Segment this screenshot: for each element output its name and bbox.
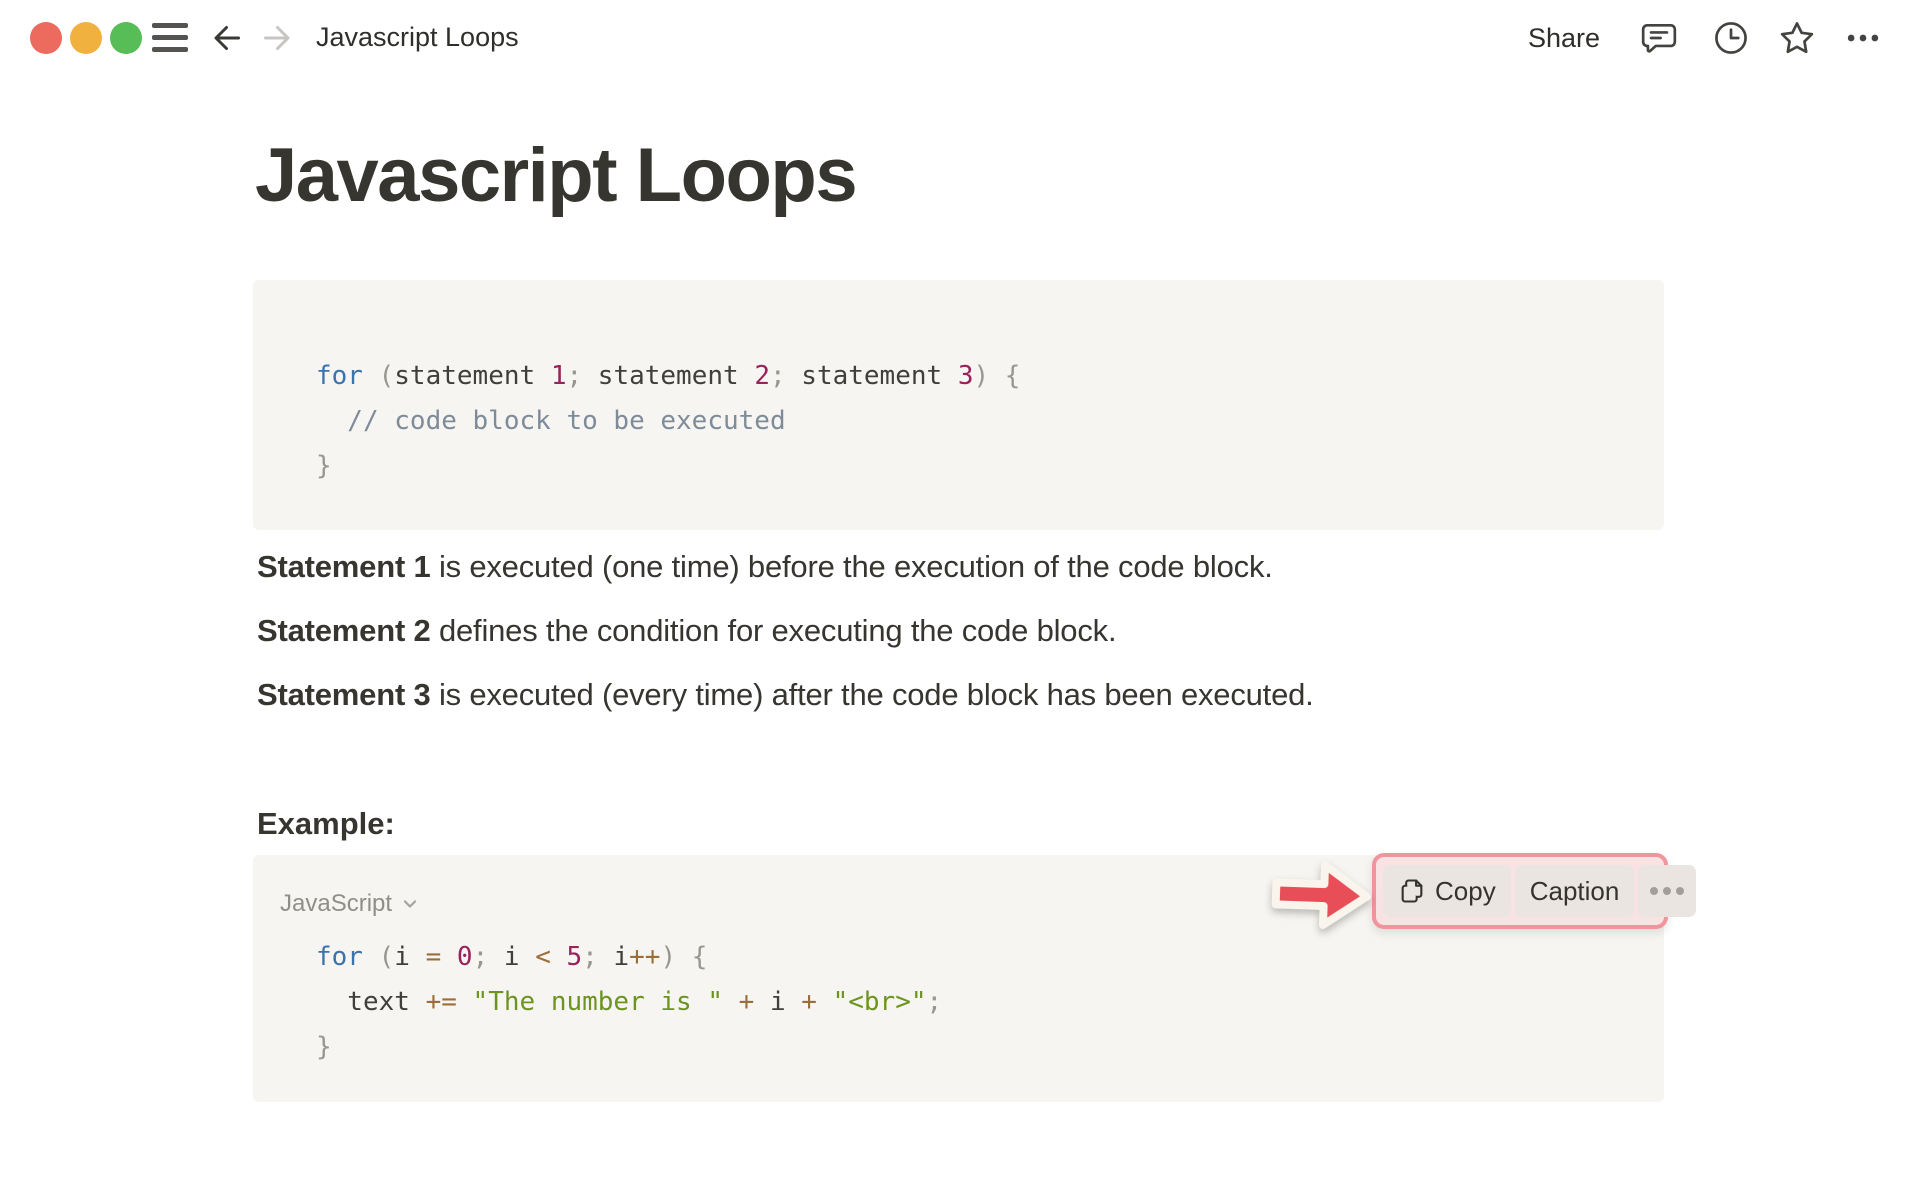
paragraph-statement-2: Statement 2 defines the condition for ex…	[257, 610, 1116, 652]
code-content: for (statement 1; statement 2; statement…	[316, 354, 1020, 489]
language-label: JavaScript	[280, 890, 392, 918]
traffic-light-close-button[interactable]	[30, 22, 62, 54]
language-selector[interactable]: JavaScript	[280, 890, 420, 918]
share-button[interactable]: Share	[1528, 23, 1600, 54]
breadcrumb-page-title[interactable]: Javascript Loops	[316, 22, 519, 53]
statement-3-text: is executed (every time) after the code …	[431, 677, 1314, 712]
sidebar-menu-icon[interactable]	[152, 22, 188, 54]
paragraph-statement-1: Statement 1 is executed (one time) befor…	[257, 546, 1273, 588]
statement-3-bold: Statement 3	[257, 677, 431, 712]
red-annotation-arrow-icon	[1267, 850, 1378, 940]
forward-arrow-icon[interactable]	[258, 20, 294, 56]
code-block-for-syntax[interactable]: for (statement 1; statement 2; statement…	[253, 280, 1664, 530]
copy-button[interactable]: Copy	[1383, 865, 1511, 917]
statement-1-text: is executed (one time) before the execut…	[431, 549, 1273, 584]
traffic-light-zoom-button[interactable]	[110, 22, 142, 54]
history-clock-icon[interactable]	[1712, 19, 1750, 57]
caption-button-label: Caption	[1530, 876, 1620, 907]
window-titlebar: Javascript Loops Share	[0, 0, 1920, 76]
paragraph-statement-3: Statement 3 is executed (every time) aft…	[257, 674, 1314, 716]
statement-2-text: defines the condition for executing the …	[431, 613, 1117, 648]
chevron-down-icon	[400, 894, 420, 914]
example-label: Example:	[257, 806, 395, 842]
comments-icon[interactable]	[1640, 19, 1678, 57]
page-title: Javascript Loops	[255, 132, 856, 219]
back-arrow-icon[interactable]	[210, 20, 246, 56]
favorite-star-icon[interactable]	[1778, 19, 1816, 57]
copy-icon	[1398, 877, 1426, 905]
code-content: for (i = 0; i < 5; i++) { text += "The n…	[316, 935, 942, 1070]
code-toolbar-highlight: Copy Caption	[1372, 853, 1668, 929]
statement-1-bold: Statement 1	[257, 549, 431, 584]
more-ellipsis-icon[interactable]	[1844, 19, 1882, 57]
code-more-options-button[interactable]	[1638, 865, 1696, 917]
statement-2-bold: Statement 2	[257, 613, 431, 648]
traffic-light-minimize-button[interactable]	[70, 22, 102, 54]
code-block-example[interactable]: JavaScript for (i = 0; i < 5; i++) { tex…	[253, 855, 1664, 1102]
copy-button-label: Copy	[1435, 876, 1496, 907]
caption-button[interactable]: Caption	[1515, 865, 1635, 917]
